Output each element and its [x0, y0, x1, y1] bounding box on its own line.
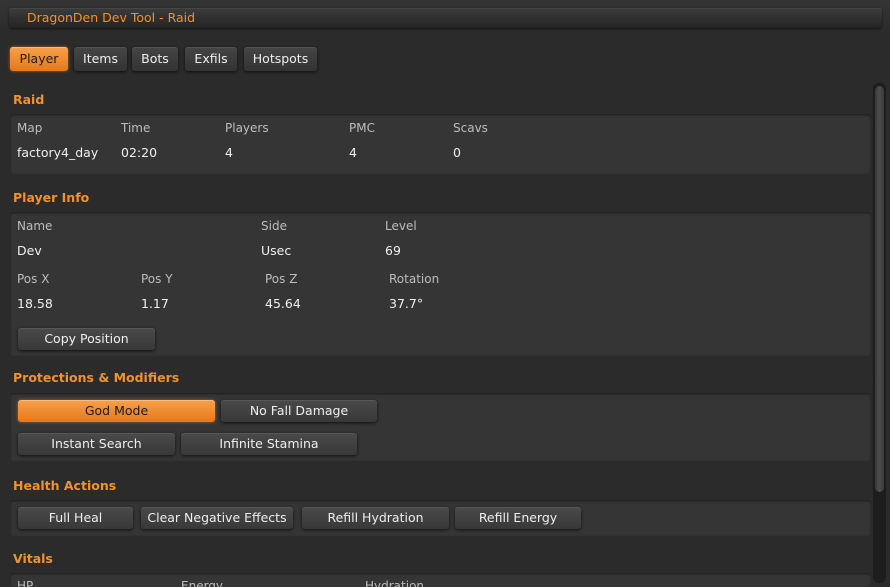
player-pos-x-value: 18.58	[17, 296, 53, 311]
player-info-panel: Name Side Level Dev Usec 69 Pos X Pos Y …	[10, 212, 871, 356]
refill-energy-button[interactable]: Refill Energy	[455, 507, 581, 529]
tab-exfils[interactable]: Exfils	[185, 47, 237, 71]
tab-player[interactable]: Player	[10, 47, 68, 71]
window-title: DragonDen Dev Tool - Raid	[27, 10, 196, 25]
player-info-section-title: Player Info	[13, 190, 90, 205]
raid-header-map: Map	[17, 121, 43, 135]
player-side-value: Usec	[261, 243, 292, 258]
refill-hydration-button[interactable]: Refill Hydration	[302, 507, 449, 529]
protections-section-title: Protections & Modifiers	[13, 370, 180, 385]
infinite-stamina-toggle[interactable]: Infinite Stamina	[181, 433, 357, 455]
raid-panel: Map Time Players PMC Scavs factory4_day …	[10, 114, 871, 174]
player-header-level: Level	[385, 219, 417, 233]
player-header-name: Name	[17, 219, 53, 233]
tab-bots[interactable]: Bots	[132, 47, 178, 71]
player-header-pos-z: Pos Z	[265, 272, 298, 286]
copy-position-button[interactable]: Copy Position	[18, 328, 155, 350]
raid-header-players: Players	[225, 121, 269, 135]
health-actions-section-title: Health Actions	[13, 478, 117, 493]
window-titlebar[interactable]: DragonDen Dev Tool - Raid	[0, 0, 890, 36]
player-header-rotation: Rotation	[389, 272, 440, 286]
player-name-value: Dev	[17, 243, 42, 258]
player-rotation-value: 37.7°	[389, 296, 424, 311]
scrollbar-thumb[interactable]	[875, 86, 884, 492]
raid-header-pmc: PMC	[349, 121, 375, 135]
vitals-section-title: Vitals	[13, 551, 53, 566]
raid-header-scavs: Scavs	[453, 121, 488, 135]
vitals-panel: HP Energy Hydration	[10, 573, 871, 587]
player-level-value: 69	[385, 243, 401, 258]
full-heal-button[interactable]: Full Heal	[18, 507, 133, 529]
god-mode-toggle[interactable]: God Mode	[18, 400, 215, 422]
tab-items[interactable]: Items	[74, 47, 127, 71]
player-pos-z-value: 45.64	[265, 296, 301, 311]
vitals-header-hp: HP	[17, 579, 34, 587]
instant-search-toggle[interactable]: Instant Search	[18, 433, 175, 455]
raid-pmc-value: 4	[349, 145, 357, 160]
player-pos-y-value: 1.17	[141, 296, 169, 311]
vertical-scrollbar[interactable]	[873, 83, 886, 583]
player-header-pos-x: Pos X	[17, 272, 50, 286]
raid-time-value: 02:20	[121, 145, 158, 160]
title-strip: DragonDen Dev Tool - Raid	[9, 8, 882, 28]
player-header-pos-y: Pos Y	[141, 272, 173, 286]
raid-section-title: Raid	[13, 92, 45, 107]
clear-negative-effects-button[interactable]: Clear Negative Effects	[141, 507, 293, 529]
health-actions-panel: Full Heal Clear Negative Effects Refill …	[10, 500, 871, 536]
raid-scavs-value: 0	[453, 145, 461, 160]
raid-header-time: Time	[121, 121, 151, 135]
no-fall-damage-toggle[interactable]: No Fall Damage	[221, 400, 377, 422]
raid-map-value: factory4_day	[17, 145, 99, 160]
protections-panel: God Mode No Fall Damage Instant Search I…	[10, 393, 871, 461]
player-header-side: Side	[261, 219, 287, 233]
tab-hotspots[interactable]: Hotspots	[244, 47, 317, 71]
vitals-header-hydration: Hydration	[365, 579, 425, 587]
raid-players-value: 4	[225, 145, 233, 160]
vitals-header-energy: Energy	[181, 579, 224, 587]
